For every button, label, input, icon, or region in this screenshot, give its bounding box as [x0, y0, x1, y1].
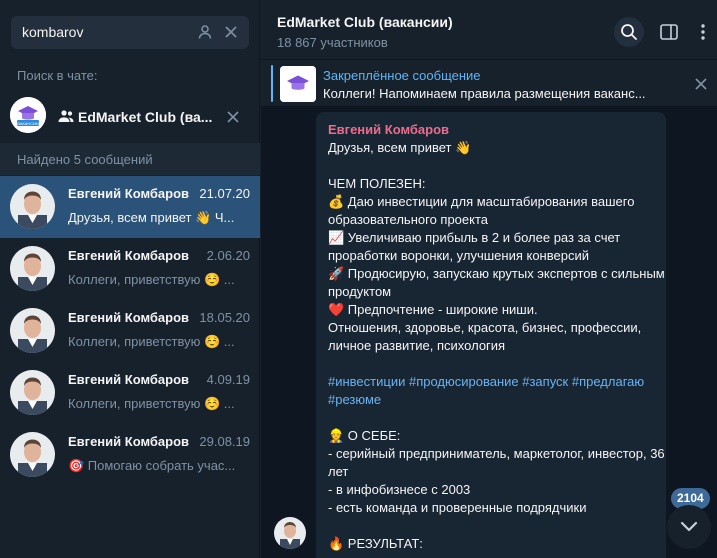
result-sender-name: Евгений Комбаров — [68, 310, 190, 325]
result-date: 4.09.19 — [206, 372, 250, 387]
message-line: лет — [328, 464, 349, 479]
search-result-item[interactable]: Евгений Комбаров 4.09.19 Коллеги, приветст… — [0, 362, 260, 424]
sidebar-icon — [660, 24, 678, 40]
result-sender-name: Евгений Комбаров — [68, 248, 190, 263]
message-hashtags[interactable]: #резюме — [328, 391, 654, 409]
toggle-sidebar-button[interactable] — [654, 17, 684, 47]
results-count-row: Найдено 5 сообщений — [0, 143, 260, 175]
result-snippet: Коллеги, приветствую ☺️ ... — [68, 396, 235, 411]
message-hashtags[interactable]: #инвестиции #продюсирование #запуск #пре… — [328, 373, 654, 391]
message-line: ❤️ Предпочтение - широкие ниши. — [328, 302, 538, 317]
message-line: продуктом — [328, 284, 392, 299]
close-icon[interactable] — [691, 74, 711, 94]
search-result-item[interactable]: Евгений Комбаров 29.08.19 🎯 Помогаю собрат… — [0, 424, 260, 486]
user-icon[interactable] — [195, 22, 215, 42]
message-line: образовательного проекта — [328, 212, 489, 227]
result-snippet: Коллеги, приветствую ☺️ ... — [68, 272, 235, 287]
search-chat-filter[interactable]: ВАКАНСИИ EdMarket Club (ва... — [0, 92, 260, 142]
message-line: личное развитие, психология — [328, 338, 506, 353]
message-line: 🚀 Продюсирую, запускаю крутых экспертов … — [328, 266, 665, 281]
avatar — [10, 184, 55, 229]
result-date: 18.05.20 — [199, 310, 250, 325]
search-result-item[interactable]: Евгений Комбаров 2.06.20 Коллеги, приветст… — [0, 238, 260, 300]
message-line: - в инфобизнесе с 2003 — [328, 482, 471, 497]
message-line: ЧЕМ ПОЛЕЗЕН: — [328, 176, 426, 191]
message-line: 💰 Даю инвестиции для масштабирования ваш… — [328, 194, 635, 209]
chat-header[interactable]: EdMarket Club (вакансии) 18 867 участник… — [261, 0, 717, 58]
message-line: 🔥 РЕЗУЛЬТАТ: — [328, 536, 423, 551]
left-panel: Поиск в чате: ВАКАНСИИ EdMarket Club (ва… — [0, 0, 260, 558]
avatar — [10, 246, 55, 291]
search-result-item[interactable]: Евгений Комбаров 21.07.20 Друзья, всем при… — [0, 176, 260, 238]
message-body: Друзья, всем привет 👋 ЧЕМ ПОЛЕЗЕН: 💰 Даю и… — [328, 139, 665, 558]
message-line: - деньги для роста вашего проекта — [328, 553, 654, 558]
result-date: 21.07.20 — [199, 186, 250, 201]
result-snippet: Друзья, всем привет 👋 Ч... — [68, 210, 235, 225]
result-snippet: 🎯 Помогаю собрать учас... — [68, 458, 236, 473]
results-count: Найдено 5 сообщений — [17, 152, 153, 167]
close-icon[interactable] — [222, 106, 244, 128]
message-sender[interactable]: Евгений Комбаров — [328, 121, 654, 139]
pinned-message[interactable]: Закреплённое сообщение Коллеги! Напомина… — [261, 59, 717, 107]
chat-title[interactable]: EdMarket Club (вакансии) — [277, 14, 453, 30]
avatar — [10, 308, 55, 353]
chevron-down-icon — [680, 521, 698, 532]
result-snippet: Коллеги, приветствую ☺️ ... — [68, 334, 235, 349]
message-line: - есть команда и проверенные подрядчики — [328, 500, 587, 515]
message-line: Друзья, всем привет 👋 — [328, 140, 472, 155]
close-icon[interactable] — [221, 22, 241, 42]
avatar[interactable] — [274, 517, 306, 549]
chat-avatar: ВАКАНСИИ — [10, 97, 46, 133]
result-date: 2.06.20 — [206, 248, 250, 263]
pinned-text: Коллеги! Напоминаем правила размещения в… — [323, 86, 646, 101]
message-line: 👷 О СЕБЕ: — [328, 428, 401, 443]
message-line: Отношения, здоровье, красота, бизнес, пр… — [328, 320, 642, 335]
more-vertical-icon — [701, 24, 705, 40]
message-line: проработки воронки, улучшения конверсий — [328, 248, 589, 263]
message-line: 📈 Увеличиваю прибыль в 2 и более раз за … — [328, 230, 621, 245]
search-input[interactable] — [22, 24, 182, 40]
search-icon — [621, 24, 637, 40]
result-sender-name: Евгений Комбаров — [68, 372, 190, 387]
message-bubble[interactable]: Евгений Комбаров Друзья, всем привет 👋 ЧЕ… — [316, 112, 666, 558]
message-line: - серийный предприниматель, маркетолог, … — [328, 446, 665, 461]
result-sender-name: Евгений Комбаров — [68, 186, 190, 201]
more-menu-button[interactable] — [688, 17, 717, 47]
search-box[interactable] — [11, 16, 249, 49]
pinned-indicator — [271, 65, 273, 102]
search-in-chat-label: Поиск в чате: — [17, 68, 98, 83]
avatar — [10, 370, 55, 415]
result-sender-name: Евгений Комбаров — [68, 434, 190, 449]
result-date: 29.08.19 — [199, 434, 250, 449]
search-result-item[interactable]: Евгений Комбаров 18.05.20 Коллеги, приветс… — [0, 300, 260, 362]
pinned-title: Закреплённое сообщение — [323, 68, 481, 83]
group-icon — [57, 109, 75, 123]
avatar — [10, 432, 55, 477]
chat-avatar-label: ВАКАНСИИ — [17, 121, 39, 126]
scroll-down-button[interactable] — [667, 505, 711, 549]
pinned-thumbnail — [280, 66, 316, 102]
chat-messages[interactable]: Евгений Комбаров Друзья, всем привет 👋 ЧЕ… — [261, 107, 717, 558]
chat-members-count: 18 867 участников — [277, 35, 388, 50]
filter-chat-name: EdMarket Club (ва... — [78, 109, 213, 125]
search-button[interactable] — [614, 17, 644, 47]
